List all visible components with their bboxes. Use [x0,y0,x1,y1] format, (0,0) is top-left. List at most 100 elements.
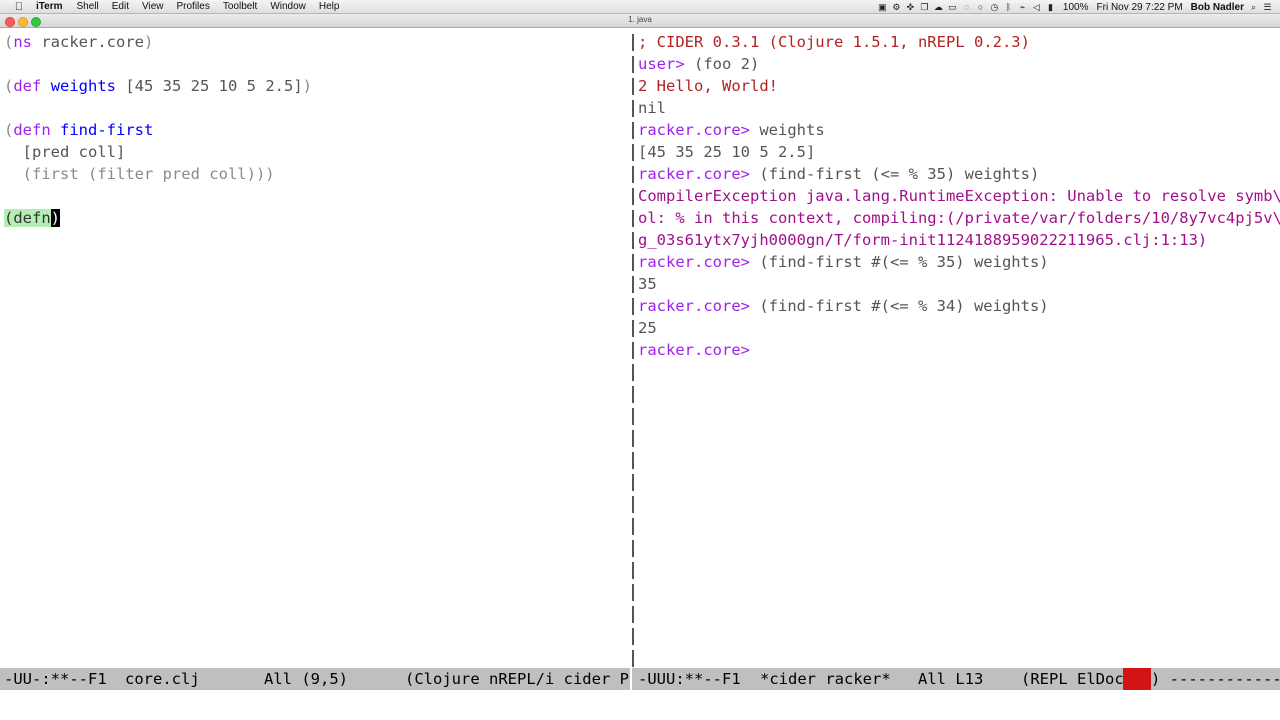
menu-profiles[interactable]: Profiles [176,1,209,12]
code-line[interactable]: [pred coll] [4,141,126,163]
wifi-icon[interactable]: ⌁ [1018,2,1027,12]
code-token: racker.core> [638,165,760,183]
camera-icon[interactable]: ▣ [878,2,887,12]
user-name[interactable]: Bob Nadler [1191,2,1244,13]
buffer-name[interactable]: *cider racker* [760,668,891,690]
code-token: racker.core> [638,253,760,271]
code-token: 2 Hello, World! [638,77,778,95]
buffer-name[interactable]: core.clj [125,668,200,690]
echo-area[interactable] [0,690,1280,720]
spotlight-icon[interactable]: ⌕ [1249,2,1258,12]
code-token: find-first [60,121,154,139]
menu-toolbelt[interactable]: Toolbelt [223,1,257,12]
window-border-segment [632,474,634,491]
menu-help[interactable]: Help [319,1,340,12]
menu-edit[interactable]: Edit [112,1,129,12]
menu-iterm[interactable]: iTerm [36,1,63,12]
menu-items: iTerm Shell Edit View Profiles Toolbelt Window… [36,1,352,12]
code-line[interactable]: nil [638,97,666,119]
window-border-segment [632,496,634,513]
battery-icon[interactable]: ▮ [1046,2,1055,12]
window-title: 1. java [628,15,652,24]
code-line[interactable]: CompilerException java.lang.RuntimeExcep… [638,185,1280,207]
code-line[interactable]: (first (filter pred coll))) [4,163,275,185]
code-token: ol: % in this context, compiling:(/priva… [638,209,1280,227]
code-token: racker.core> [638,341,760,359]
code-line[interactable]: racker.core> [638,339,759,361]
code-line[interactable]: user> (foo 2) [638,53,759,75]
window-border-segment [632,650,634,667]
code-token: CompilerException java.lang.RuntimeExcep… [638,187,1280,205]
code-line[interactable]: racker.core> (find-first #(<= % 35) weig… [638,251,1049,273]
major-mode[interactable]: (REPL ElDoc [1021,668,1124,690]
window-border-segment [632,122,634,139]
window-border-segment [632,342,634,359]
window-border-segment [632,254,634,271]
buffer-status: -UU-:**--F1 [4,670,107,688]
cursor-position: All (9,5) [264,670,348,688]
code-token: ; CIDER 0.3.1 (Clojure 1.5.1, nREPL 0.2.… [638,33,1030,51]
code-line[interactable]: ol: % in this context, compiling:(/priva… [638,207,1280,229]
code-line[interactable]: 25 [638,317,657,339]
mode-indicator-highlight: -- [1123,668,1151,690]
copy-icon[interactable]: ❐ [920,2,929,12]
window-title-bar: 1. java [0,14,1280,28]
gear-icon[interactable]: ⚙ [892,2,901,12]
code-token: (foo 2) [694,55,760,73]
chat-icon[interactable]: ◌ [962,2,971,12]
code-line[interactable]: (ns racker.core) [4,31,153,53]
code-line[interactable]: [45 35 25 10 5 2.5] [638,141,815,163]
code-line[interactable]: (def weights [45 35 25 10 5 2.5]) [4,75,312,97]
code-line[interactable]: racker.core> weights [638,119,825,141]
major-mode[interactable]: (Clojure nREPL/i cider P [405,668,629,690]
code-token: racker.core> [638,297,760,315]
apple-icon[interactable]:  [12,1,26,13]
window-border-segment [632,166,634,183]
code-token: (first (filter pred coll))) [4,165,275,183]
menu-view[interactable]: View [142,1,164,12]
code-token: g_03s61ytx7yjh0000gn/T/form-init11241889… [638,231,1208,249]
volume-icon[interactable]: ◁ [1032,2,1041,12]
window-border-segment [632,584,634,601]
code-token: [45 35 25 10 5 2.5] [638,143,816,161]
circle-icon[interactable]: ○ [976,2,985,12]
editor-pane-core-clj[interactable]: (ns racker.core) (def weights [45 35 25 1… [0,30,630,668]
display-icon[interactable]: ▭ [948,2,957,12]
code-line[interactable]: racker.core> (find-first #(<= % 34) weig… [638,295,1049,317]
window-border-segment [632,452,634,469]
code-line[interactable]: ; CIDER 0.3.1 (Clojure 1.5.1, nREPL 0.2.… [638,31,1030,53]
window-border-segment [632,562,634,579]
window-border-segment [632,78,634,95]
mode-line-end: ) ------------- [1151,670,1280,688]
clock-icon[interactable]: ◷ [990,2,999,12]
window-border-segment [632,34,634,51]
code-line[interactable]: g_03s61ytx7yjh0000gn/T/form-init11241889… [638,229,1207,251]
code-line[interactable]: 35 [638,273,657,295]
code-line[interactable]: racker.core> (find-first (<= % 35) weigh… [638,163,1039,185]
code-token: weights [759,121,825,139]
notification-list-icon[interactable]: ☰ [1263,2,1272,12]
window-border-segment [632,276,634,293]
code-token: defn [13,121,51,139]
window-border-segment [632,364,634,381]
code-line[interactable]: 2 Hello, World! [638,75,778,97]
code-token: (find-first #(<= % 35) weights) [759,253,1049,271]
window-border-segment [632,298,634,315]
window-border-segment [632,56,634,73]
code-line[interactable]: (defn find-first [4,119,153,141]
window-border-segment [632,430,634,447]
code-token: racker.core> [638,121,760,139]
code-token: ns [13,33,33,51]
menu-shell[interactable]: Shell [77,1,99,12]
code-line[interactable]: (defn) [4,207,61,229]
clock[interactable]: Fri Nov 29 7:22 PM [1097,2,1183,13]
code-token: 35 [638,275,657,293]
window-border-segment [632,320,634,337]
code-token: user> [638,55,694,73]
repl-pane[interactable]: ; CIDER 0.3.1 (Clojure 1.5.1, nREPL 0.2.… [632,30,1280,668]
move-icon[interactable]: ✜ [906,2,915,12]
bluetooth-icon[interactable]: ᛒ [1004,2,1013,12]
menu-window[interactable]: Window [270,1,306,12]
cloud-icon[interactable]: ☁ [934,2,943,12]
